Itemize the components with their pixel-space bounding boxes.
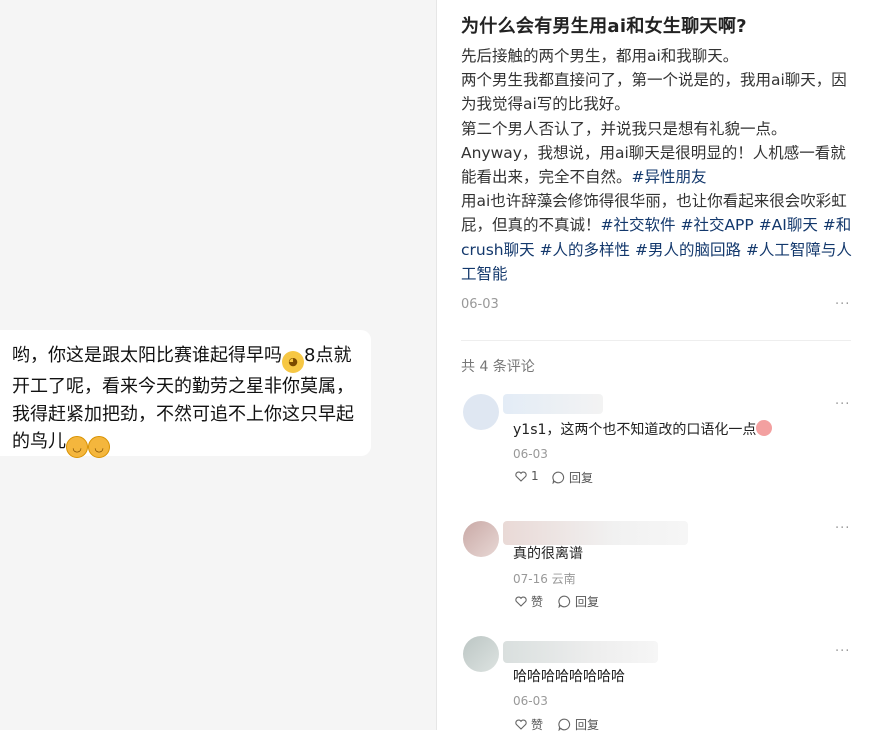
post-line: 两个男生我都直接问了，第一个说是的，我用ai聊天，因为我觉得ai写的比我好。 <box>461 71 847 114</box>
username-redacted[interactable] <box>503 521 688 545</box>
comment-more-icon[interactable]: ··· <box>835 521 850 536</box>
username-redacted[interactable] <box>503 394 603 414</box>
username-redacted[interactable] <box>503 641 658 663</box>
reply-button[interactable]: 回复 <box>558 593 599 610</box>
chat-screenshot-panel: 哟，你这是跟太阳比赛谁起得早吗 ◕ 8点就开工了呢，看来今天的勤劳之星非你莫属，我得… <box>0 0 437 730</box>
chat-bubble: 哟，你这是跟太阳比赛谁起得早吗 ◕ 8点就开工了呢，看来今天的勤劳之星非你莫属，我得… <box>0 330 371 458</box>
chat-message-part1: 哟，你这是跟太阳比赛谁起得早吗 <box>12 345 282 366</box>
comment-text: 哈哈哈哈哈哈哈哈 <box>513 669 625 685</box>
comment-count: 共 4 条评论 <box>461 359 535 375</box>
comment-text: y1s1，这两个也不知道改的口语化一点 <box>513 419 773 439</box>
like-button[interactable]: 赞 <box>515 593 543 610</box>
hashtag-link[interactable]: #社交APP <box>680 216 753 234</box>
chat-message: 哟，你这是跟太阳比赛谁起得早吗 ◕ 8点就开工了呢，看来今天的勤劳之星非你莫属，我得… <box>12 342 364 458</box>
like-label: 赞 <box>531 718 544 732</box>
comment-date: 06-03 <box>513 694 548 708</box>
divider <box>461 340 851 341</box>
reply-bubble-icon <box>558 718 571 731</box>
reply-button[interactable]: 回复 <box>558 716 599 733</box>
like-button[interactable]: 赞 <box>515 716 543 733</box>
like-label: 赞 <box>531 595 544 609</box>
post-line: 用ai也许辞藻会修饰得很华丽，也让你看起来很会吹彩虹屁，但真的不真诚！#社交软件… <box>461 189 859 286</box>
post-line: 先后接触的两个男生，都用ai和我聊天。 <box>461 47 739 65</box>
avatar[interactable] <box>463 394 499 430</box>
comment-more-icon[interactable]: ··· <box>835 644 850 659</box>
comment-date: 06-03 <box>513 447 548 461</box>
comment-date-location: 07-16 云南 <box>513 572 576 586</box>
post-body: 先后接触的两个男生，都用ai和我聊天。 两个男生我都直接问了，第一个说是的，我用… <box>461 44 859 286</box>
reply-label: 回复 <box>575 595 600 609</box>
grin-emoji-icon: ◡ <box>66 436 88 458</box>
heart-icon <box>515 471 527 482</box>
heart-icon <box>515 596 527 607</box>
like-button[interactable]: 1 <box>515 469 539 483</box>
post-panel: 为什么会有男生用ai和女生聊天啊? 先后接触的两个男生，都用ai和我聊天。 两个… <box>437 0 871 733</box>
hashtag-link[interactable]: #社交软件 <box>601 216 676 234</box>
like-count: 1 <box>531 469 539 483</box>
comment-text: 真的很离谱 <box>513 546 583 562</box>
reply-bubble-icon <box>552 471 565 484</box>
hashtag-link[interactable]: #AI聊天 <box>759 216 818 234</box>
grin-emoji-icon: ◡ <box>88 436 110 458</box>
thinking-emoji-icon: ◕ <box>282 351 304 373</box>
reply-label: 回复 <box>569 471 594 485</box>
reply-label: 回复 <box>575 718 600 732</box>
reply-button[interactable]: 回复 <box>552 469 593 486</box>
hashtag-link[interactable]: #人的多样性 <box>540 241 631 259</box>
hashtag-link[interactable]: #男人的脑回路 <box>635 241 741 259</box>
post-line: 第二个男人否认了，并说我只是想有礼貌一点。 <box>461 119 787 138</box>
heart-icon <box>515 719 527 730</box>
post-line: Anyway，我想说，用ai聊天是很明显的！人机感一看就能看出来，完全不自然。#… <box>461 141 859 189</box>
avatar[interactable] <box>463 636 499 672</box>
post-date: 06-03 <box>461 297 499 312</box>
more-options-icon[interactable]: ··· <box>835 297 850 312</box>
reply-bubble-icon <box>558 595 571 608</box>
comment-more-icon[interactable]: ··· <box>835 397 850 412</box>
hashtag-link[interactable]: #异性朋友 <box>632 168 707 186</box>
crying-sticker-icon <box>756 420 773 436</box>
post-title: 为什么会有男生用ai和女生聊天啊? <box>461 16 747 37</box>
avatar[interactable] <box>463 521 499 557</box>
